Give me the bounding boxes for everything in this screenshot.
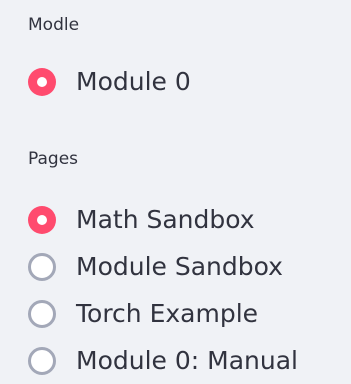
radio-dot-icon [37,214,47,225]
pages-radio-group: Pages Math Sandbox Module Sandbox Torch … [28,148,351,384]
radio-option-label: Module Sandbox [76,251,283,281]
radio-unselected-icon[interactable] [28,299,56,328]
radio-selected-icon[interactable] [28,205,56,234]
radio-option-math-sandbox[interactable]: Math Sandbox [28,196,351,243]
module-options: Module 0 [28,58,351,105]
module-radio-group: Modle Module 0 [28,14,351,105]
pages-group-label: Pages [28,149,79,169]
module-group-label: Modle [28,15,80,35]
pages-options: Math Sandbox Module Sandbox Torch Exampl… [28,196,351,384]
radio-selected-icon[interactable] [28,67,56,96]
radio-option-label: Torch Example [76,298,259,328]
radio-unselected-icon[interactable] [28,252,56,281]
radio-option-module-sandbox[interactable]: Module Sandbox [28,243,351,290]
radio-option-label: Module 0 [76,66,191,96]
radio-option-label: Math Sandbox [76,204,255,234]
radio-option-label: Module 0: Manual [76,345,298,375]
radio-option-torch-example[interactable]: Torch Example [28,290,351,337]
radio-option-module-0-manual[interactable]: Module 0: Manual [28,337,351,384]
radio-option-module-0[interactable]: Module 0 [28,58,351,105]
radio-dot-icon [37,76,47,87]
radio-unselected-icon[interactable] [28,346,56,375]
